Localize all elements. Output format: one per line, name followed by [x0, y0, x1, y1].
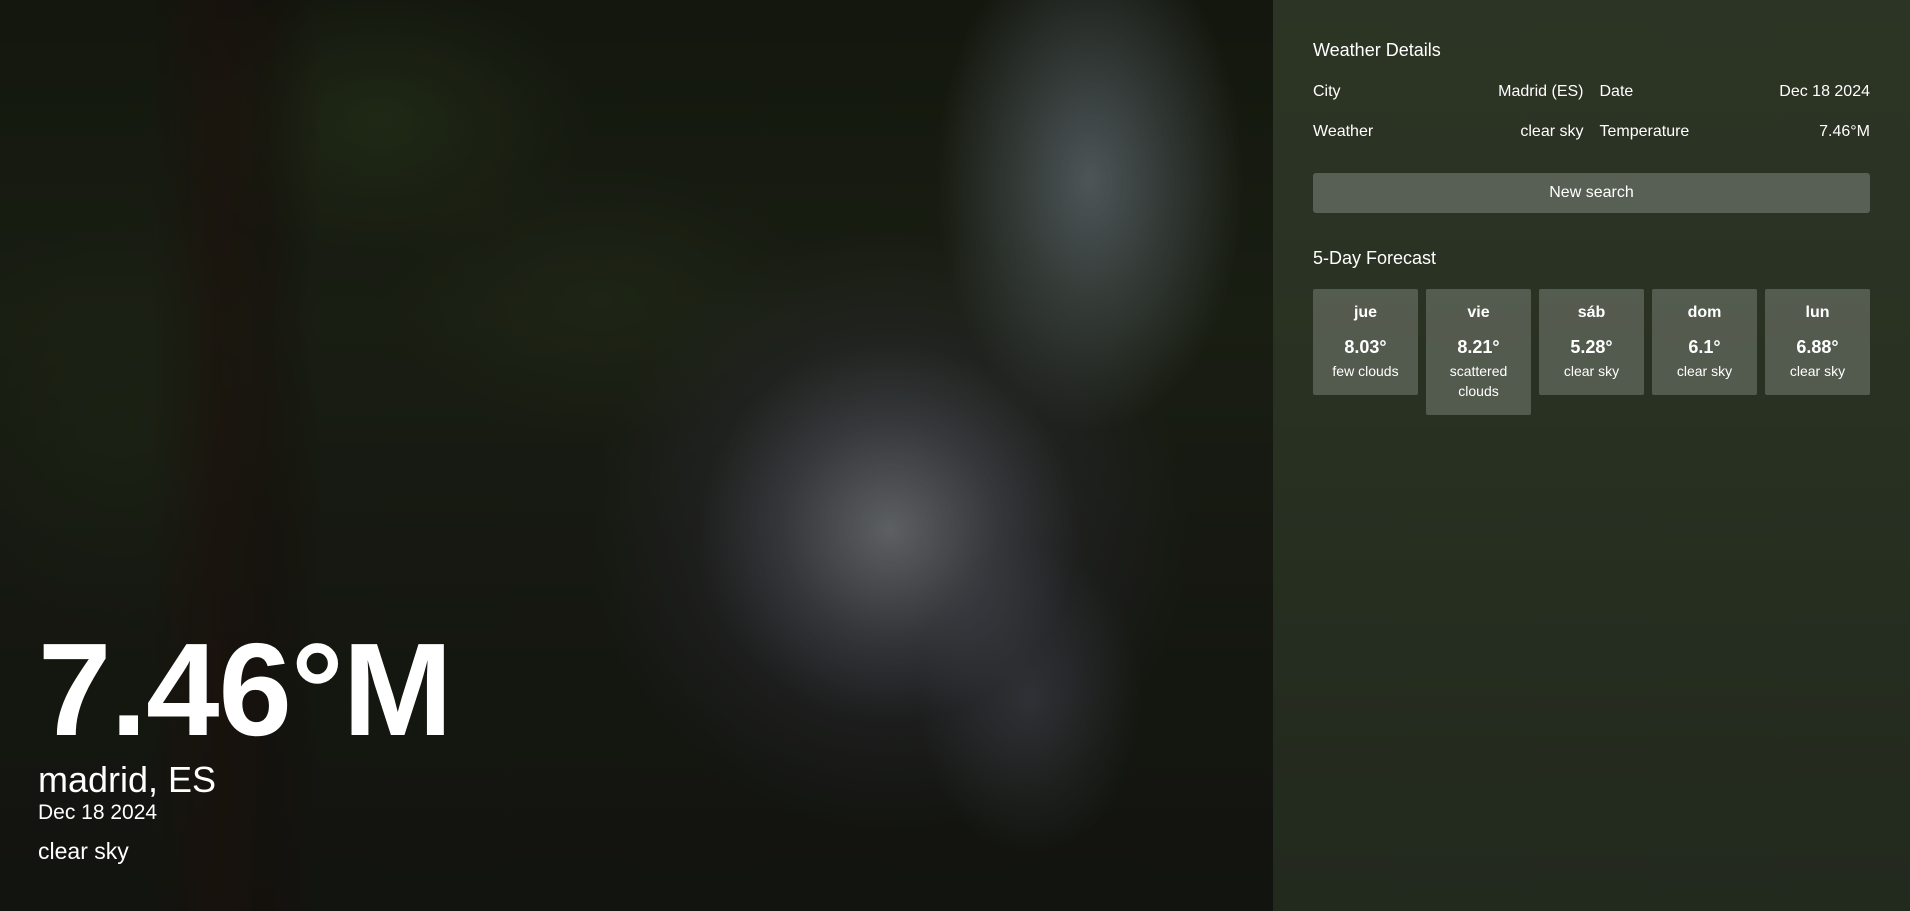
detail-temperature-label: Temperature [1599, 123, 1690, 140]
forecast-card: jue 8.03° few clouds [1313, 289, 1418, 395]
details-panel: Weather Details City Madrid (ES) Date De… [1313, 38, 1870, 415]
forecast-description: clear sky [1563, 363, 1620, 379]
forecast-card: lun 6.88° clear sky [1765, 289, 1870, 395]
detail-city-label: City [1313, 83, 1341, 100]
forecast-temperature: 6.1° [1688, 337, 1721, 357]
hero-description: clear sky [38, 838, 129, 864]
hero-date: Dec 18 2024 [38, 801, 158, 824]
forecast-list: jue 8.03° few clouds vie 8.21° scattered… [1313, 289, 1870, 415]
detail-city-value: Madrid (ES) [1498, 83, 1584, 100]
forecast-temperature: 8.03° [1344, 337, 1387, 357]
forecast-description: scattered clouds [1449, 363, 1508, 399]
forecast-card: sáb 5.28° clear sky [1539, 289, 1644, 395]
detail-date: Date Dec 18 2024 [1600, 82, 1871, 122]
new-search-button[interactable]: New search [1313, 173, 1870, 213]
weather-app: 7.46°M madrid, ES Dec 18 2024 clear sky … [0, 0, 1910, 911]
forecast-description: few clouds [1332, 363, 1399, 379]
detail-weather-label: Weather [1313, 123, 1374, 140]
forecast-description: clear sky [1789, 363, 1846, 379]
detail-weather: Weather clear sky [1313, 122, 1584, 162]
forecast-description: clear sky [1676, 363, 1733, 379]
details-grid: City Madrid (ES) Date Dec 18 2024 Weathe… [1313, 82, 1870, 162]
forecast-day: dom [1687, 304, 1722, 321]
forecast-day: lun [1805, 304, 1830, 321]
detail-temperature-value: 7.46°M [1819, 123, 1870, 140]
forecast-day: sáb [1577, 304, 1606, 321]
forecast-card: dom 6.1° clear sky [1652, 289, 1757, 395]
hero-city: madrid, ES [38, 759, 217, 800]
detail-weather-value: clear sky [1520, 123, 1584, 140]
forecast-title: 5-Day Forecast [1313, 248, 1437, 268]
detail-date-value: Dec 18 2024 [1779, 83, 1870, 100]
forecast-card: vie 8.21° scattered clouds [1426, 289, 1531, 415]
detail-temperature: Temperature 7.46°M [1600, 122, 1871, 162]
weather-details-title: Weather Details [1313, 40, 1441, 60]
forecast-temperature: 6.88° [1796, 337, 1839, 357]
detail-date-label: Date [1599, 83, 1634, 100]
forecast-temperature: 5.28° [1570, 337, 1613, 357]
forecast-day: vie [1467, 304, 1490, 321]
current-weather-hero: 7.46°M madrid, ES Dec 18 2024 clear sky [38, 620, 738, 866]
hero-temperature: 7.46°M [38, 616, 453, 763]
detail-city: City Madrid (ES) [1313, 82, 1584, 122]
forecast-day: jue [1353, 304, 1378, 321]
forecast-temperature: 8.21° [1457, 337, 1500, 357]
